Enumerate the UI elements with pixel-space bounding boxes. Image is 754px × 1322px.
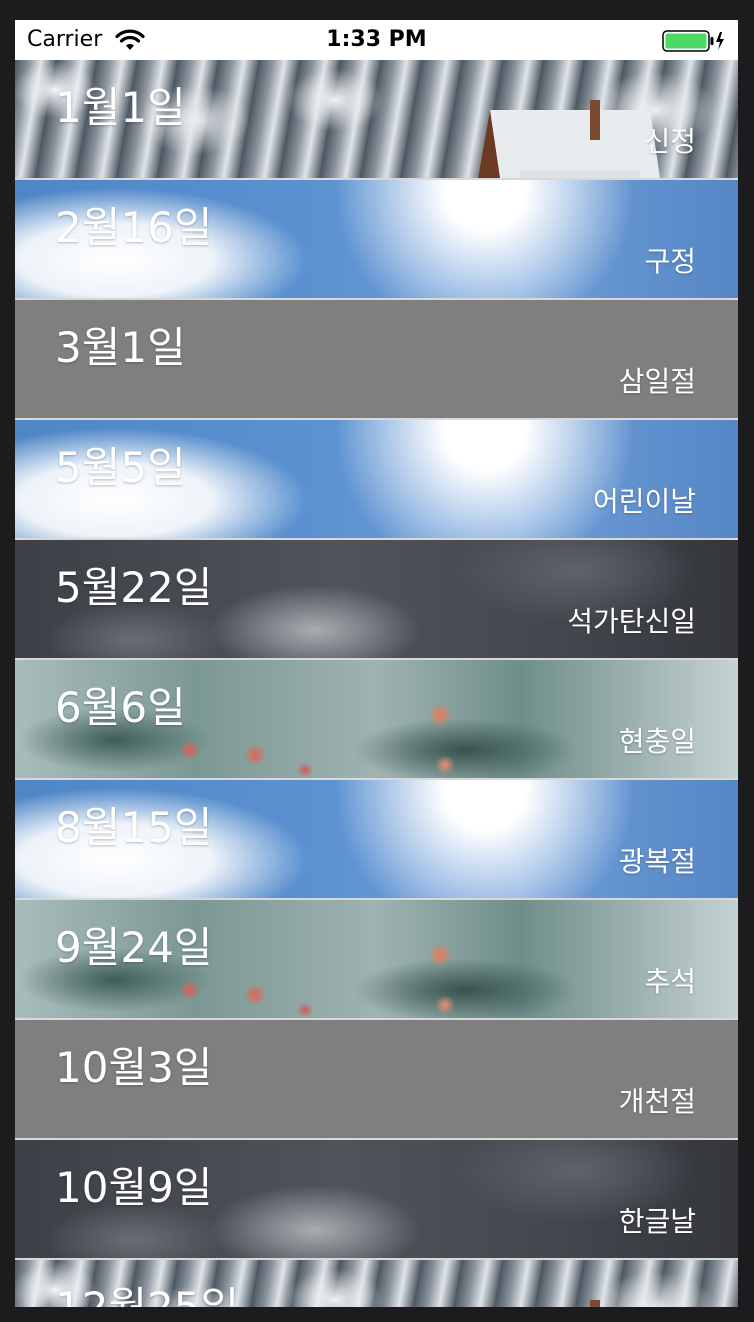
cabin-picture bbox=[590, 1300, 600, 1307]
holiday-date: 3월1일 bbox=[55, 323, 186, 372]
holiday-date: 10월9일 bbox=[55, 1163, 213, 1212]
holiday-name: 개천절 bbox=[618, 1085, 696, 1118]
battery-charging-icon bbox=[662, 30, 724, 52]
holiday-date: 1월1일 bbox=[55, 83, 186, 132]
screen: Carrier 1:33 PM 1월1일 신정 2월16일 구정 3월1일 삼일절 5월5일… bbox=[15, 20, 738, 1307]
holiday-name: 추석 bbox=[644, 965, 696, 998]
cabin-picture bbox=[478, 100, 660, 178]
holiday-row[interactable]: 3월1일삼일절 bbox=[15, 300, 738, 420]
holiday-row[interactable]: 2월16일구정 bbox=[15, 180, 738, 300]
holiday-name: 구정 bbox=[644, 245, 696, 278]
holiday-name: 신정 bbox=[644, 125, 696, 158]
holiday-date: 2월16일 bbox=[55, 203, 213, 252]
holiday-row[interactable]: 8월15일광복절 bbox=[15, 780, 738, 900]
holiday-row[interactable]: 9월24일추석 bbox=[15, 900, 738, 1020]
holiday-row[interactable]: 12월25일 bbox=[15, 1260, 738, 1307]
holiday-row[interactable]: 1월1일신정 bbox=[15, 60, 738, 180]
holiday-name: 석가탄신일 bbox=[567, 605, 696, 638]
holiday-row[interactable]: 10월9일한글날 bbox=[15, 1140, 738, 1260]
holiday-row[interactable]: 5월5일어린이날 bbox=[15, 420, 738, 540]
holiday-date: 10월3일 bbox=[55, 1043, 213, 1092]
holiday-name: 삼일절 bbox=[618, 365, 696, 398]
holiday-name: 한글날 bbox=[618, 1205, 696, 1238]
holiday-row[interactable]: 6월6일현충일 bbox=[15, 660, 738, 780]
holiday-name: 어린이날 bbox=[592, 485, 696, 518]
status-time: 1:33 PM bbox=[326, 27, 427, 52]
holiday-date: 5월22일 bbox=[55, 563, 213, 612]
bottom-bezel bbox=[0, 1307, 754, 1322]
holiday-date: 12월25일 bbox=[55, 1274, 239, 1307]
holiday-date: 9월24일 bbox=[55, 923, 213, 972]
holiday-name: 광복절 bbox=[618, 845, 696, 878]
holiday-date: 8월15일 bbox=[55, 803, 213, 852]
device-frame: Carrier 1:33 PM 1월1일 신정 2월16일 구정 3월1일 삼일절 5월5일… bbox=[0, 0, 754, 1322]
holiday-row[interactable]: 10월3일개천절 bbox=[15, 1020, 738, 1140]
holiday-date: 6월6일 bbox=[55, 683, 186, 732]
holiday-row[interactable]: 5월22일석가탄신일 bbox=[15, 540, 738, 660]
status-bar: Carrier 1:33 PM bbox=[15, 20, 738, 60]
holiday-name: 현충일 bbox=[618, 725, 696, 758]
holiday-date: 5월5일 bbox=[55, 443, 186, 492]
holiday-list[interactable]: 1월1일 신정 2월16일 구정 3월1일 삼일절 5월5일 어린이날 5월22일 석가탄신일 6월… bbox=[15, 60, 738, 1307]
